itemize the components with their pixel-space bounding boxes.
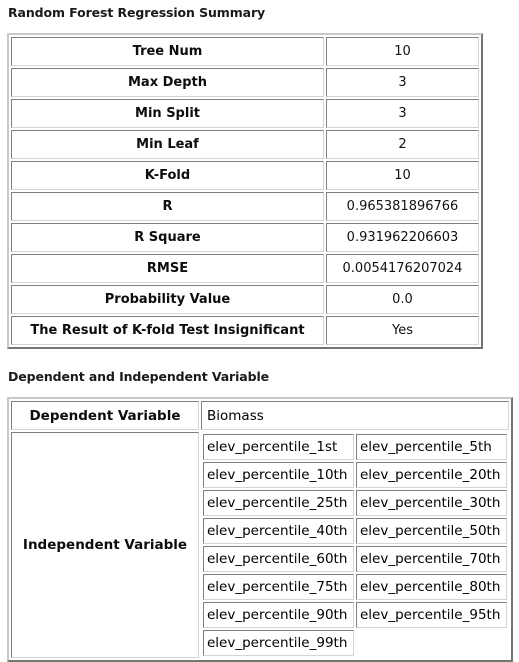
table-row: elev_percentile_1st elev_percentile_5th bbox=[203, 434, 507, 460]
summary-param-value: 2 bbox=[326, 130, 479, 159]
dependent-variable-label: Dependent Variable bbox=[11, 401, 199, 430]
table-row: R 0.965381896766 bbox=[11, 192, 479, 221]
summary-param-label: RMSE bbox=[11, 254, 324, 283]
summary-param-value: 0.0054176207024 bbox=[326, 254, 479, 283]
dependent-variable-value: Biomass bbox=[201, 401, 509, 430]
independent-variable-item: elev_percentile_30th bbox=[356, 490, 507, 516]
summary-param-value: 0.965381896766 bbox=[326, 192, 479, 221]
independent-variable-item: elev_percentile_5th bbox=[356, 434, 507, 460]
summary-param-value: 0.0 bbox=[326, 285, 479, 314]
summary-param-label: Max Depth bbox=[11, 68, 324, 97]
summary-param-value: 3 bbox=[326, 68, 479, 97]
summary-param-label: Probability Value bbox=[11, 285, 324, 314]
table-row: R Square 0.931962206603 bbox=[11, 223, 479, 252]
summary-param-value: 3 bbox=[326, 99, 479, 128]
summary-param-value: 10 bbox=[326, 37, 479, 66]
summary-param-label: Min Split bbox=[11, 99, 324, 128]
summary-table-body: Tree Num 10 Max Depth 3 Min Split 3 Min Leaf 2 K… bbox=[11, 37, 479, 345]
summary-param-label: The Result of K-fold Test Insignificant bbox=[11, 316, 324, 345]
table-row: elev_percentile_40th elev_percentile_50th bbox=[203, 518, 507, 544]
summary-param-label: Tree Num bbox=[11, 37, 324, 66]
table-row: elev_percentile_10th elev_percentile_20th bbox=[203, 462, 507, 488]
independent-variable-item: elev_percentile_95th bbox=[356, 602, 507, 628]
table-row: Dependent Variable Biomass bbox=[11, 401, 509, 430]
independent-variable-item: elev_percentile_25th bbox=[203, 490, 354, 516]
variables-table-body: Dependent Variable Biomass Independent V… bbox=[11, 401, 509, 658]
independent-variable-item: elev_percentile_75th bbox=[203, 574, 354, 600]
table-row: The Result of K-fold Test Insignificant Y… bbox=[11, 316, 479, 345]
independent-grid-body: elev_percentile_1st elev_percentile_5th el… bbox=[203, 434, 507, 656]
independent-variable-item: elev_percentile_99th bbox=[203, 630, 354, 656]
regression-summary-table: Tree Num 10 Max Depth 3 Min Split 3 Min Leaf 2 K… bbox=[7, 33, 483, 349]
independent-variable-item: elev_percentile_1st bbox=[203, 434, 354, 460]
table-row: elev_percentile_25th elev_percentile_30th bbox=[203, 490, 507, 516]
summary-param-value: 0.931962206603 bbox=[326, 223, 479, 252]
summary-param-value: 10 bbox=[326, 161, 479, 190]
independent-variable-grid: elev_percentile_1st elev_percentile_5th el… bbox=[201, 432, 509, 658]
independent-variable-item: elev_percentile_10th bbox=[203, 462, 354, 488]
table-row: Min Split 3 bbox=[11, 99, 479, 128]
table-row: elev_percentile_99th bbox=[203, 630, 507, 656]
independent-variable-item: elev_percentile_70th bbox=[356, 546, 507, 572]
summary-param-label: R Square bbox=[11, 223, 324, 252]
table-row: elev_percentile_90th elev_percentile_95th bbox=[203, 602, 507, 628]
independent-variable-cell: elev_percentile_1st elev_percentile_5th el… bbox=[201, 432, 509, 658]
variables-table: Dependent Variable Biomass Independent V… bbox=[7, 397, 513, 662]
independent-variable-item: elev_percentile_90th bbox=[203, 602, 354, 628]
table-row: Independent Variable elev_percentile_1st… bbox=[11, 432, 509, 658]
summary-param-label: R bbox=[11, 192, 324, 221]
table-row: elev_percentile_75th elev_percentile_80th bbox=[203, 574, 507, 600]
summary-param-label: K-Fold bbox=[11, 161, 324, 190]
independent-variable-item: elev_percentile_40th bbox=[203, 518, 354, 544]
summary-param-label: Min Leaf bbox=[11, 130, 324, 159]
report-page: Random Forest Regression Summary Tree Nu… bbox=[0, 0, 519, 662]
table-row: Max Depth 3 bbox=[11, 68, 479, 97]
independent-variable-empty-cell bbox=[356, 630, 507, 656]
table-row: K-Fold 10 bbox=[11, 161, 479, 190]
summary-param-value: Yes bbox=[326, 316, 479, 345]
independent-variable-item: elev_percentile_80th bbox=[356, 574, 507, 600]
independent-variable-item: elev_percentile_20th bbox=[356, 462, 507, 488]
summary-section-title: Random Forest Regression Summary bbox=[8, 5, 266, 20]
table-row: elev_percentile_60th elev_percentile_70th bbox=[203, 546, 507, 572]
table-row: RMSE 0.0054176207024 bbox=[11, 254, 479, 283]
independent-variable-item: elev_percentile_50th bbox=[356, 518, 507, 544]
table-row: Min Leaf 2 bbox=[11, 130, 479, 159]
table-row: Probability Value 0.0 bbox=[11, 285, 479, 314]
independent-variable-item: elev_percentile_60th bbox=[203, 546, 354, 572]
independent-variable-label: Independent Variable bbox=[11, 432, 199, 658]
variables-section-title: Dependent and Independent Variable bbox=[8, 369, 270, 384]
table-row: Tree Num 10 bbox=[11, 37, 479, 66]
